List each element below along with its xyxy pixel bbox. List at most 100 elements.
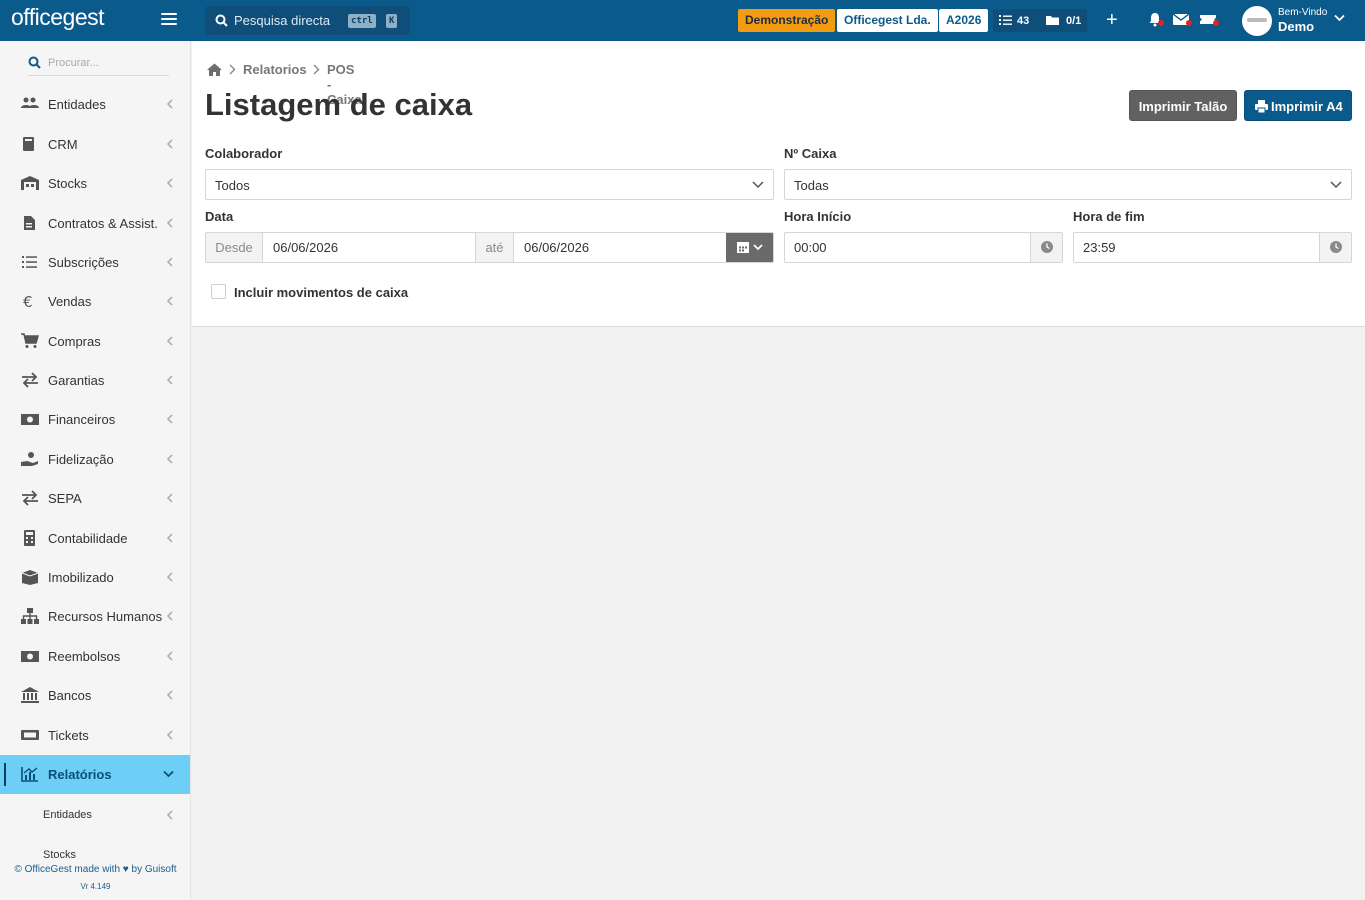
- chevron-left-icon: [166, 493, 173, 503]
- chevron-left-icon: [166, 730, 173, 740]
- caixa-select[interactable]: Todas: [784, 169, 1352, 200]
- sidebar-item-label: Reembolsos: [48, 649, 121, 664]
- sidebar-item-sepa[interactable]: SEPA: [0, 479, 190, 518]
- cart-icon: [21, 333, 39, 348]
- sidebar-item-financeiros[interactable]: Financeiros: [0, 400, 190, 439]
- sidebar-item-imobilizado[interactable]: Imobilizado: [0, 558, 190, 597]
- date-from-input[interactable]: 06/06/2026: [273, 233, 338, 262]
- sidebar-item-relatorios[interactable]: Relatórios: [0, 755, 190, 794]
- date-to-input[interactable]: 06/06/2026: [524, 233, 589, 262]
- sidebar-search-input[interactable]: Procurar...: [28, 51, 169, 76]
- docs-count[interactable]: 0/1: [1066, 15, 1081, 27]
- sidebar-item-reembolsos[interactable]: Reembolsos: [0, 637, 190, 676]
- hora-inicio-group: 00:00: [784, 232, 1063, 263]
- menu-toggle-icon[interactable]: [161, 13, 177, 27]
- sidebar-item-label: Vendas: [48, 294, 92, 309]
- exchange-icon: [22, 490, 38, 506]
- hora-inicio-label: Hora Início: [784, 209, 852, 224]
- chevron-down-icon: [163, 770, 174, 778]
- chevron-left-icon: [166, 611, 173, 621]
- app-logo[interactable]: officegest: [11, 4, 105, 31]
- sidebar-item-label: Relatórios: [48, 767, 112, 782]
- username[interactable]: Demo: [1278, 19, 1314, 34]
- footer-credits[interactable]: © OfficeGest made with ♥ by Guisoft: [0, 864, 190, 875]
- hora-inicio-clock[interactable]: [1030, 233, 1062, 262]
- sitemap-icon: [21, 608, 39, 624]
- chevron-left-icon: [166, 690, 173, 700]
- sidebar-item-fidelizacao[interactable]: Fidelização: [0, 440, 190, 479]
- sidebar-item-garantias[interactable]: Garantias: [0, 361, 190, 400]
- company-badge[interactable]: Officegest Lda.: [837, 9, 938, 32]
- sidebar-footer: © OfficeGest made with ♥ by Guisoft Vr 4…: [0, 861, 190, 900]
- breadcrumb-relatorios[interactable]: Relatorios: [243, 62, 307, 77]
- sidebar-item-crm[interactable]: CRM: [0, 125, 190, 164]
- hora-fim-input[interactable]: 23:59: [1083, 233, 1116, 262]
- colaborador-select[interactable]: Todos: [205, 169, 774, 200]
- sidebar-item-entidades[interactable]: Entidades: [0, 85, 190, 124]
- sidebar-item-contabilidade[interactable]: Contabilidade: [0, 519, 190, 558]
- chevron-left-icon: [166, 651, 173, 661]
- year-badge[interactable]: A2026: [939, 9, 989, 32]
- folder-icon[interactable]: [1045, 14, 1060, 26]
- sidebar-item-subscricoes[interactable]: Subscrições: [0, 243, 190, 282]
- caixa-value: Todas: [794, 178, 829, 193]
- bell-notification-dot: [1158, 20, 1164, 26]
- chevron-left-icon: [166, 178, 173, 188]
- sidebar-item-compras[interactable]: Compras: [0, 322, 190, 361]
- printer-icon: [1255, 100, 1268, 113]
- sidebar-item-label: Compras: [48, 334, 101, 349]
- hora-fim-group: 23:59: [1073, 232, 1352, 263]
- sidebar-item-label: SEPA: [48, 491, 82, 506]
- chevron-left-icon: [166, 375, 173, 385]
- tasks-icon[interactable]: [999, 14, 1012, 26]
- box-icon: [21, 570, 39, 585]
- ticket-icon: [21, 730, 39, 740]
- home-icon[interactable]: [207, 63, 222, 76]
- chevron-down-icon[interactable]: [1334, 14, 1345, 22]
- incluir-movimentos-label[interactable]: Incluir movimentos de caixa: [234, 285, 408, 300]
- chevron-left-icon: [166, 336, 173, 346]
- sidebar-item-label: Garantias: [48, 373, 105, 388]
- hora-fim-clock[interactable]: [1319, 233, 1351, 262]
- chevron-down-icon: [1330, 181, 1342, 189]
- sidebar-search-placeholder: Procurar...: [48, 57, 99, 69]
- list-icon: [22, 256, 37, 268]
- global-search-input[interactable]: Pesquisa directa ctrl K: [205, 6, 410, 35]
- chevron-left-icon: [166, 257, 173, 267]
- search-placeholder: Pesquisa directa: [234, 13, 331, 28]
- data-label: Data: [205, 209, 234, 224]
- top-bar: officegest Pesquisa directa ctrl K Demon…: [0, 0, 1365, 41]
- mail-notification-dot: [1186, 20, 1192, 26]
- plus-icon[interactable]: +: [1106, 10, 1118, 30]
- warehouse-icon: [21, 176, 39, 190]
- sidebar-item-stocks[interactable]: Stocks: [0, 164, 190, 203]
- incluir-movimentos-checkbox[interactable]: [211, 284, 226, 299]
- chevron-left-icon: [166, 414, 173, 424]
- sidebar-item-label: Entidades: [48, 97, 106, 112]
- sidebar-item-vendas[interactable]: € Vendas: [0, 282, 190, 321]
- clock-icon: [1041, 241, 1053, 253]
- hora-inicio-input[interactable]: 00:00: [794, 233, 827, 262]
- chevron-left-icon: [166, 139, 173, 149]
- chevron-left-icon: [166, 533, 173, 543]
- chevron-down-icon: [752, 181, 764, 189]
- demo-badge[interactable]: Demonstração: [738, 9, 836, 32]
- bank-icon: [21, 687, 39, 703]
- sidebar-item-label: Tickets: [48, 728, 89, 743]
- shortcut-ctrl-key: ctrl: [348, 14, 376, 28]
- date-picker-button[interactable]: [726, 233, 773, 262]
- sidebar-subitem-label: Entidades: [43, 809, 92, 821]
- sidebar-subitem-entidades[interactable]: Entidades: [0, 797, 190, 833]
- search-icon: [28, 56, 41, 69]
- sidebar-item-contratos[interactable]: Contratos & Assist.: [0, 204, 190, 243]
- sidebar-item-bancos[interactable]: Bancos: [0, 676, 190, 715]
- print-receipt-button[interactable]: Imprimir Talão: [1129, 90, 1237, 121]
- sidebar-item-tickets[interactable]: Tickets: [0, 716, 190, 755]
- money-icon: [21, 414, 39, 425]
- avatar[interactable]: [1242, 6, 1272, 36]
- contract-icon: [24, 216, 35, 230]
- calculator-icon: [24, 530, 35, 546]
- print-a4-button[interactable]: Imprimir A4: [1244, 90, 1352, 121]
- sidebar-item-recursos-humanos[interactable]: Recursos Humanos: [0, 597, 190, 636]
- tasks-count[interactable]: 43: [1017, 15, 1029, 27]
